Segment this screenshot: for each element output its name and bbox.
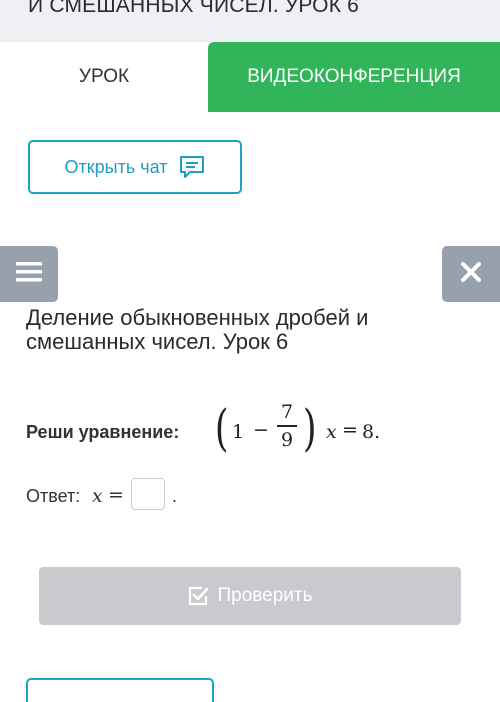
- tab-bar: УРОК ВИДЕОКОНФЕРЕНЦИЯ: [0, 42, 500, 112]
- fraction-denominator: 9: [280, 428, 294, 451]
- formula-rhs: 8.: [362, 421, 381, 443]
- answer-input[interactable]: [131, 478, 165, 510]
- checkbox-check-icon: [187, 586, 209, 606]
- chat-icon: [179, 155, 205, 179]
- task-label: Реши уравнение:: [26, 422, 180, 442]
- open-chat-button[interactable]: Открыть чат: [28, 140, 242, 194]
- tab-videoconference[interactable]: ВИДЕОКОНФЕРЕНЦИЯ: [208, 42, 500, 112]
- course-title: И СМЕШАННЫХ ЧИСЕЛ. УРОК 6: [28, 0, 360, 17]
- lesson-title: Деление обыкновенных дробей и смешанных …: [26, 305, 369, 354]
- tab-lesson[interactable]: УРОК: [0, 42, 208, 112]
- answer-period: .: [172, 486, 178, 506]
- close-icon: [461, 261, 481, 287]
- course-header: И СМЕШАННЫХ ЧИСЕЛ. УРОК 6: [0, 0, 500, 42]
- formula-one: 1: [232, 421, 245, 443]
- fraction: 7 9: [276, 400, 298, 452]
- check-button-label: Проверить: [217, 585, 313, 606]
- answer-row: Ответ: x = .: [26, 478, 326, 514]
- fraction-numerator: 7: [280, 401, 294, 423]
- answer-variable: x: [92, 485, 103, 507]
- lesson-page: И СМЕШАННЫХ ЧИСЕЛ. УРОК 6 УРОК ВИДЕОКОНФ…: [0, 0, 500, 702]
- answer-equals: =: [108, 484, 124, 506]
- menu-button[interactable]: [0, 246, 58, 302]
- task-equation: Реши уравнение: ( 1 − 7 9 ) x = 8.: [26, 398, 476, 468]
- formula-minus: −: [253, 419, 269, 441]
- formula-variable: x: [326, 421, 337, 443]
- close-button[interactable]: [442, 246, 500, 302]
- arrow-left-icon: [81, 696, 95, 702]
- formula-equals: =: [342, 419, 358, 441]
- check-button[interactable]: Проверить: [39, 567, 461, 625]
- open-chat-label: Открыть чат: [64, 156, 168, 177]
- fraction-bar: [277, 425, 297, 427]
- left-parenthesis: (: [214, 399, 229, 457]
- bottom-nav-icon: [135, 696, 159, 702]
- right-parenthesis: ): [302, 399, 317, 457]
- bottom-nav-button[interactable]: [26, 678, 214, 702]
- answer-label: Ответ:: [26, 486, 81, 506]
- hamburger-menu-icon: [16, 261, 42, 287]
